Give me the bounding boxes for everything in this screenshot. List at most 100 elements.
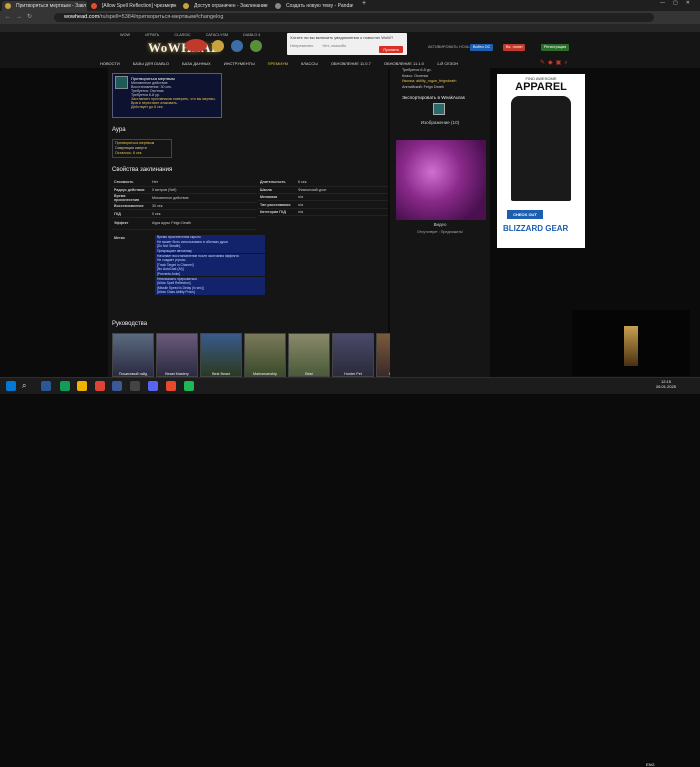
prop-value: n/a: [296, 193, 388, 202]
guide-title: Best: [305, 372, 313, 376]
new-tab-icon[interactable]: +: [362, 0, 366, 7]
prop-label: Время произнесения: [112, 193, 150, 204]
wowhead-favicon-icon: [183, 3, 189, 9]
edge-icon[interactable]: [60, 381, 70, 391]
aura-heading: Аура: [112, 127, 126, 133]
table-row: Эффект Аура ауры: Feign Death: [112, 217, 257, 230]
task-view-icon[interactable]: [41, 381, 51, 391]
prop-label: Радиус действия: [112, 186, 150, 195]
prop-label: Тип рассеивания: [258, 200, 296, 209]
app-icon[interactable]: [166, 381, 176, 391]
screenshot-thumbnail[interactable]: [396, 140, 486, 220]
blizzard-gear-logo: BLIZZARD GEAR: [503, 224, 569, 233]
register-button[interactable]: Регистрация: [541, 44, 570, 51]
props-heading: Свойства заклинания: [112, 167, 173, 173]
suggest-video-link[interactable]: Отсутствует : Предложить!: [390, 230, 490, 234]
chrome-icon[interactable]: [95, 381, 105, 391]
language-indicator[interactable]: ENG: [646, 762, 655, 767]
link-diablo[interactable]: DIABLO 4: [243, 33, 260, 37]
app-icon[interactable]: [184, 381, 194, 391]
link-classic[interactable]: CLASSIC: [174, 33, 190, 37]
nav-database[interactable]: База данных: [182, 61, 211, 66]
wow-icon[interactable]: [212, 40, 224, 52]
guide-card[interactable]: Пошаговый гайд: [112, 333, 154, 377]
props-table-left: Стоимость Нет Радиус действия 0 метров (Se…: [112, 179, 257, 230]
accept-button[interactable]: Принять: [379, 46, 403, 53]
guide-card[interactable]: Best Beast: [200, 333, 242, 377]
login-wow-button[interactable]: Войти ОС: [470, 44, 494, 51]
floating-video[interactable]: [572, 310, 690, 376]
spell-tooltip: Притворяться мертвым Мгновенное действие…: [112, 73, 222, 118]
table-row: Категория ГКД n/a: [258, 208, 388, 217]
table-row: Восстановление 30 сек.: [112, 202, 257, 211]
link-play[interactable]: ИГРАТЬ: [145, 33, 159, 37]
social-icons[interactable]: ✎◆▣⌕: [540, 59, 571, 67]
explorer-icon[interactable]: [77, 381, 87, 391]
night-mode-button[interactable]: АКТИВИРОВАТЬ НОЧЬ: [425, 44, 473, 51]
nav-premium[interactable]: Премиум: [268, 61, 288, 66]
guide-card[interactable]: Hunter Pet: [332, 333, 374, 377]
search-icon[interactable]: ⌕: [22, 381, 26, 391]
video-heading: Видео: [433, 222, 447, 227]
nav-diablo-db[interactable]: Базы для Diablo: [133, 61, 169, 66]
system-clock[interactable]: 12:15 26.01.2025: [656, 379, 676, 389]
prop-value: 0 сек.: [150, 209, 257, 218]
tab-title: [Allow Spell Reflection] чрезмерн: [102, 3, 177, 9]
prop-label: Школа: [258, 186, 296, 195]
guide-card[interactable]: Best: [288, 333, 330, 377]
notification-prompt: Хотите ли вы включить уведомления о ново…: [287, 33, 407, 55]
prop-value: Мгновенное действие: [150, 193, 257, 204]
nav-classes[interactable]: Классы: [301, 61, 318, 66]
tab-3[interactable]: Доступ ограничен - Заклинание ✕: [180, 1, 270, 11]
nav-tools[interactable]: Инструменты: [224, 61, 255, 66]
tooltip-line: Действует до 6 сек.: [131, 105, 164, 109]
tab-1[interactable]: Притворяться мертвым - Закл ✕: [2, 1, 87, 11]
prop-value: Аура ауры: Feign Death: [150, 217, 257, 230]
ad-cta-button[interactable]: CHECK OUT: [507, 210, 543, 219]
weakauras-icon[interactable]: [433, 103, 445, 115]
tab-2[interactable]: [Allow Spell Reflection] чрезмерн ✕: [88, 1, 178, 11]
browser-tabbar: Притворяться мертвым - Закл ✕ [Allow Spel…: [0, 0, 700, 11]
tab-title: Создать новую тему - Panda: [286, 3, 353, 9]
prop-label: Механика: [258, 193, 296, 202]
page-favicon-icon: [275, 3, 281, 9]
close-icon[interactable]: ✕: [171, 1, 175, 11]
aura-remaining: Осталось: 6 сек.: [115, 151, 143, 155]
taskbar: ⌕ ENG: [0, 377, 700, 767]
guide-card[interactable]: Marksmanship: [244, 333, 286, 377]
link-wow[interactable]: WOW: [120, 33, 130, 37]
windows-start-icon[interactable]: [6, 381, 16, 391]
address-bar[interactable]: wowhead.com/ru/spell=5384/притвориться-м…: [54, 13, 654, 22]
nav-arrows-icon[interactable]: ←→↻: [5, 13, 37, 20]
apparel-ad[interactable]: FIND AWESOME APPAREL CHECK OUT BLIZZARD …: [497, 74, 585, 248]
export-weakauras[interactable]: Экспортировать в WeakAuras: [390, 90, 490, 100]
tshirt-image: [511, 96, 571, 201]
nav-season[interactable]: 1-й сезон: [437, 61, 458, 66]
steam-icon[interactable]: [130, 381, 140, 391]
props-table-right: Длительность 6 сек. Школа Физический урон …: [258, 179, 388, 217]
discord-icon[interactable]: [148, 381, 158, 391]
prop-label: Длительность: [258, 179, 296, 187]
window-controls[interactable]: —▢✕: [660, 0, 698, 6]
hearthstone-icon[interactable]: [250, 40, 262, 52]
notification-decline[interactable]: Нет, спасибо: [322, 43, 346, 48]
login-button[interactable]: Вх. логин: [503, 44, 526, 51]
close-icon[interactable]: ✕: [80, 1, 84, 11]
diablo-icon[interactable]: [231, 40, 243, 52]
tab-4[interactable]: Создать новую тему - Panda ✕: [272, 1, 357, 11]
link-cataclysm[interactable]: CATACLYSM: [206, 33, 228, 37]
guide-title: Best Beast: [212, 372, 230, 376]
nav-patch-1107[interactable]: Обновление 11.0.7: [331, 61, 371, 66]
app-icon[interactable]: [112, 381, 122, 391]
nav-news[interactable]: Новости: [100, 61, 120, 66]
feign-death-icon: [115, 76, 128, 89]
live-badge-icon[interactable]: [185, 39, 207, 52]
tab-title: Доступ ограничен - Заклинание: [194, 3, 268, 9]
guide-card[interactable]: Beast Mastery: [156, 333, 198, 377]
close-icon[interactable]: ✕: [263, 1, 267, 11]
close-icon[interactable]: ✕: [350, 1, 354, 11]
nav-patch-1110[interactable]: Обновление 11.1.0: [384, 61, 424, 66]
notification-option[interactable]: Непременно: [290, 43, 313, 48]
prop-value: Нет: [150, 179, 257, 187]
wowhead-logo[interactable]: WoWHEAD: [148, 40, 221, 56]
